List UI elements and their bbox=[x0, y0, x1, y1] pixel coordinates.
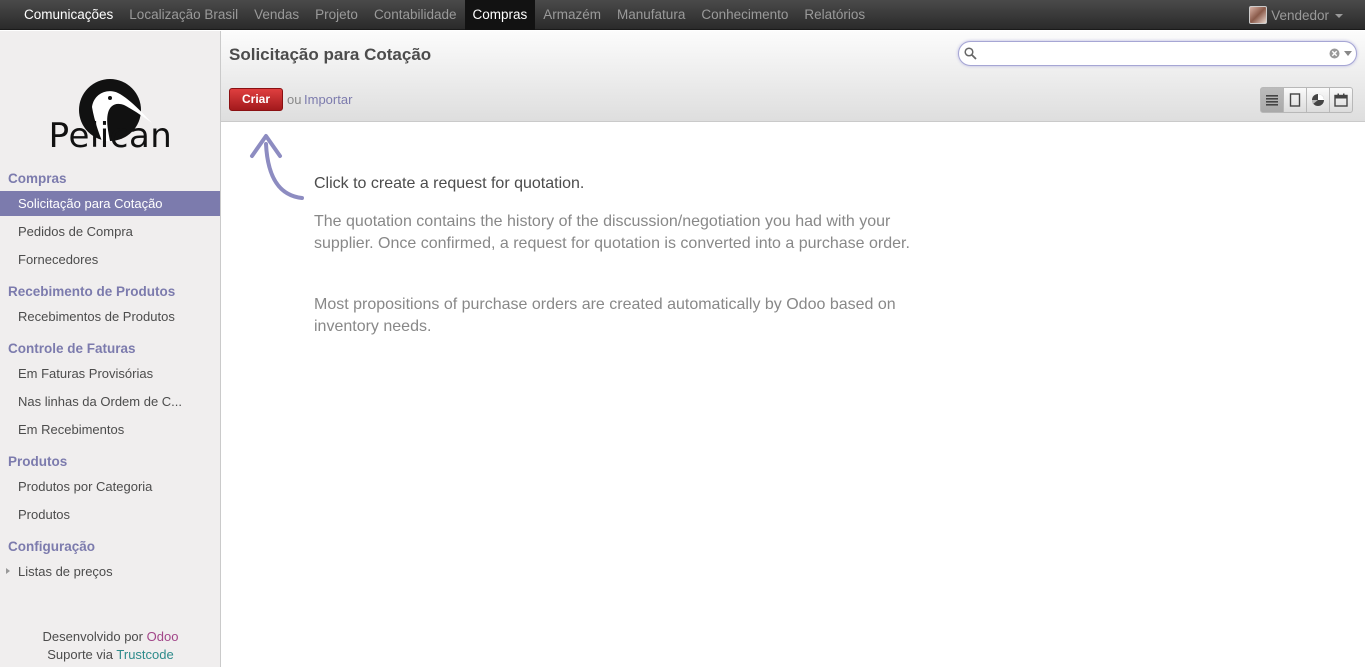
menu-manufatura[interactable]: Manufatura bbox=[609, 0, 693, 30]
list-view-icon[interactable] bbox=[1260, 87, 1284, 113]
expand-arrow-icon bbox=[6, 568, 10, 574]
menu-compras[interactable]: Compras bbox=[464, 0, 536, 30]
avatar bbox=[1249, 6, 1268, 24]
import-link[interactable]: Importar bbox=[304, 92, 352, 107]
menu-localizacao-brasil[interactable]: Localização Brasil bbox=[121, 0, 246, 30]
section-recebimento: Recebimento de Produtos bbox=[8, 284, 176, 299]
help-paragraph: The quotation contains the history of th… bbox=[314, 213, 910, 252]
section-produtos: Produtos bbox=[8, 454, 68, 469]
sidebar-item-em-recebimentos[interactable]: Em Recebimentos bbox=[0, 417, 220, 442]
clear-icon[interactable] bbox=[1329, 48, 1340, 59]
search-dropdown-icon[interactable] bbox=[1344, 51, 1352, 56]
menu-conhecimento[interactable]: Conhecimento bbox=[693, 0, 796, 30]
search-icon bbox=[964, 47, 977, 60]
sidebar-item-label: Listas de preços bbox=[18, 564, 113, 579]
section-configuracao: Configuração bbox=[8, 539, 96, 554]
menu-contabilidade[interactable]: Contabilidade bbox=[366, 0, 465, 30]
user-name: Vendedor bbox=[1271, 7, 1329, 23]
footer-developed-label: Desenvolvido por bbox=[42, 629, 143, 644]
sidebar-item-pedidos-compra[interactable]: Pedidos de Compra bbox=[0, 219, 220, 244]
sidebar-item-recebimentos[interactable]: Recebimentos de Produtos bbox=[0, 304, 220, 329]
section-compras: Compras bbox=[8, 171, 67, 186]
help-paragraph: Most propositions of purchase orders are… bbox=[314, 296, 896, 335]
logo-text: Pelican bbox=[48, 116, 173, 156]
help-title: Click to create a request for quotation. bbox=[314, 175, 585, 192]
sidebar-item-faturas-provisorias[interactable]: Em Faturas Provisórias bbox=[0, 361, 220, 386]
top-navbar: Comunicações Localização Brasil Vendas P… bbox=[0, 0, 1365, 30]
calendar-view-icon[interactable] bbox=[1329, 87, 1353, 113]
sidebar-item-listas-precos[interactable]: Listas de preços bbox=[0, 559, 220, 584]
odoo-link[interactable]: Odoo bbox=[147, 629, 179, 644]
form-view-icon[interactable] bbox=[1283, 87, 1307, 113]
create-button[interactable]: Criar bbox=[229, 88, 283, 111]
menu-comunicacoes[interactable]: Comunicações bbox=[16, 0, 121, 30]
main-header: Solicitação para Cotação Criar ou Import… bbox=[221, 31, 1365, 122]
sidebar-item-linhas-ordem[interactable]: Nas linhas da Ordem de C... bbox=[0, 389, 220, 414]
menu-relatorios[interactable]: Relatórios bbox=[796, 0, 873, 30]
trustcode-link[interactable]: Trustcode bbox=[116, 647, 173, 662]
or-label: ou bbox=[287, 92, 302, 107]
search-box[interactable] bbox=[958, 41, 1357, 66]
sidebar-item-solicitacao-cotacao[interactable]: Solicitação para Cotação bbox=[0, 191, 220, 216]
sidebar-item-fornecedores[interactable]: Fornecedores bbox=[0, 247, 220, 272]
sidebar-item-produtos-categoria[interactable]: Produtos por Categoria bbox=[0, 474, 220, 499]
section-controle-faturas: Controle de Faturas bbox=[8, 341, 136, 356]
menu-armazem[interactable]: Armazém bbox=[535, 0, 609, 30]
view-switcher bbox=[1260, 87, 1353, 113]
page-title: Solicitação para Cotação bbox=[229, 45, 432, 64]
footer-developed: Desenvolvido por Odoo bbox=[0, 629, 221, 644]
curved-arrow-icon bbox=[250, 134, 304, 200]
search-input[interactable] bbox=[980, 44, 1320, 63]
chevron-down-icon bbox=[1335, 14, 1343, 18]
footer-support-label: Suporte via bbox=[47, 647, 114, 662]
menu-vendas[interactable]: Vendas bbox=[246, 0, 307, 30]
footer-support: Suporte via Trustcode bbox=[0, 647, 221, 662]
user-menu[interactable]: Vendedor bbox=[1249, 0, 1343, 30]
app-menu: Comunicações Localização Brasil Vendas P… bbox=[16, 0, 873, 30]
sidebar-item-produtos[interactable]: Produtos bbox=[0, 502, 220, 527]
menu-projeto[interactable]: Projeto bbox=[307, 0, 366, 30]
sidebar: Pelican Compras Solicitação para Cotação… bbox=[0, 31, 221, 667]
graph-view-icon[interactable] bbox=[1306, 87, 1330, 113]
